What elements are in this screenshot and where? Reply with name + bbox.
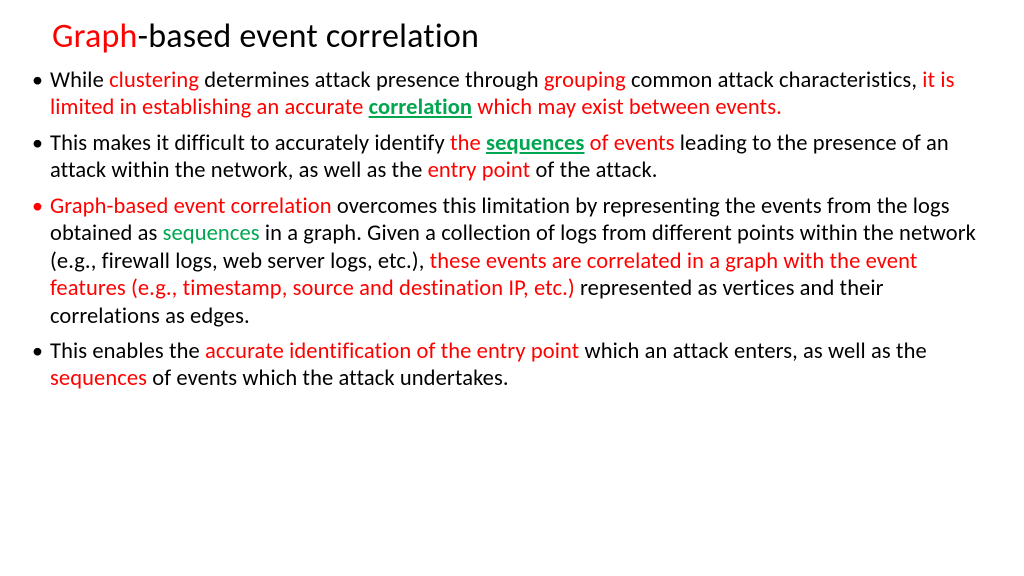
bullet-4: This enables the accurate identification…	[28, 338, 988, 393]
text: determines attack presence through	[199, 67, 544, 94]
text-red: clustering	[109, 67, 199, 94]
text: common attack characteristics,	[626, 67, 922, 94]
text-green: sequences	[163, 220, 260, 247]
text-red: of events	[585, 130, 675, 157]
bullet-list: While clustering determines attack prese…	[28, 67, 988, 393]
text-red: entry point	[428, 157, 531, 184]
text-red: grouping	[544, 67, 626, 94]
title-highlight: Graph	[52, 16, 138, 57]
slide-title: Graph-based event correlation	[28, 16, 988, 57]
bullet-3: Graph-based event correlation overcomes …	[28, 193, 988, 330]
text: which an attack enters, as well as the	[579, 338, 926, 365]
text-red: the	[450, 130, 486, 157]
text-green-underline: sequences	[486, 130, 584, 157]
text-red: accurate identification of the entry poi…	[205, 338, 579, 365]
text-red: which may exist between events.	[472, 94, 782, 121]
text-red: sequences	[50, 365, 147, 392]
title-rest: -based event correlation	[138, 16, 479, 57]
text: of events which the attack undertakes.	[147, 365, 509, 392]
text-red: Graph-based event correlation	[50, 193, 332, 220]
text-green-underline: correlation	[369, 94, 473, 121]
text: This enables the	[50, 338, 205, 365]
bullet-1: While clustering determines attack prese…	[28, 67, 988, 122]
text: This makes it difficult to accurately id…	[50, 130, 450, 157]
bullet-2: This makes it difficult to accurately id…	[28, 130, 988, 185]
text: of the attack.	[530, 157, 657, 184]
text: While	[50, 67, 109, 94]
